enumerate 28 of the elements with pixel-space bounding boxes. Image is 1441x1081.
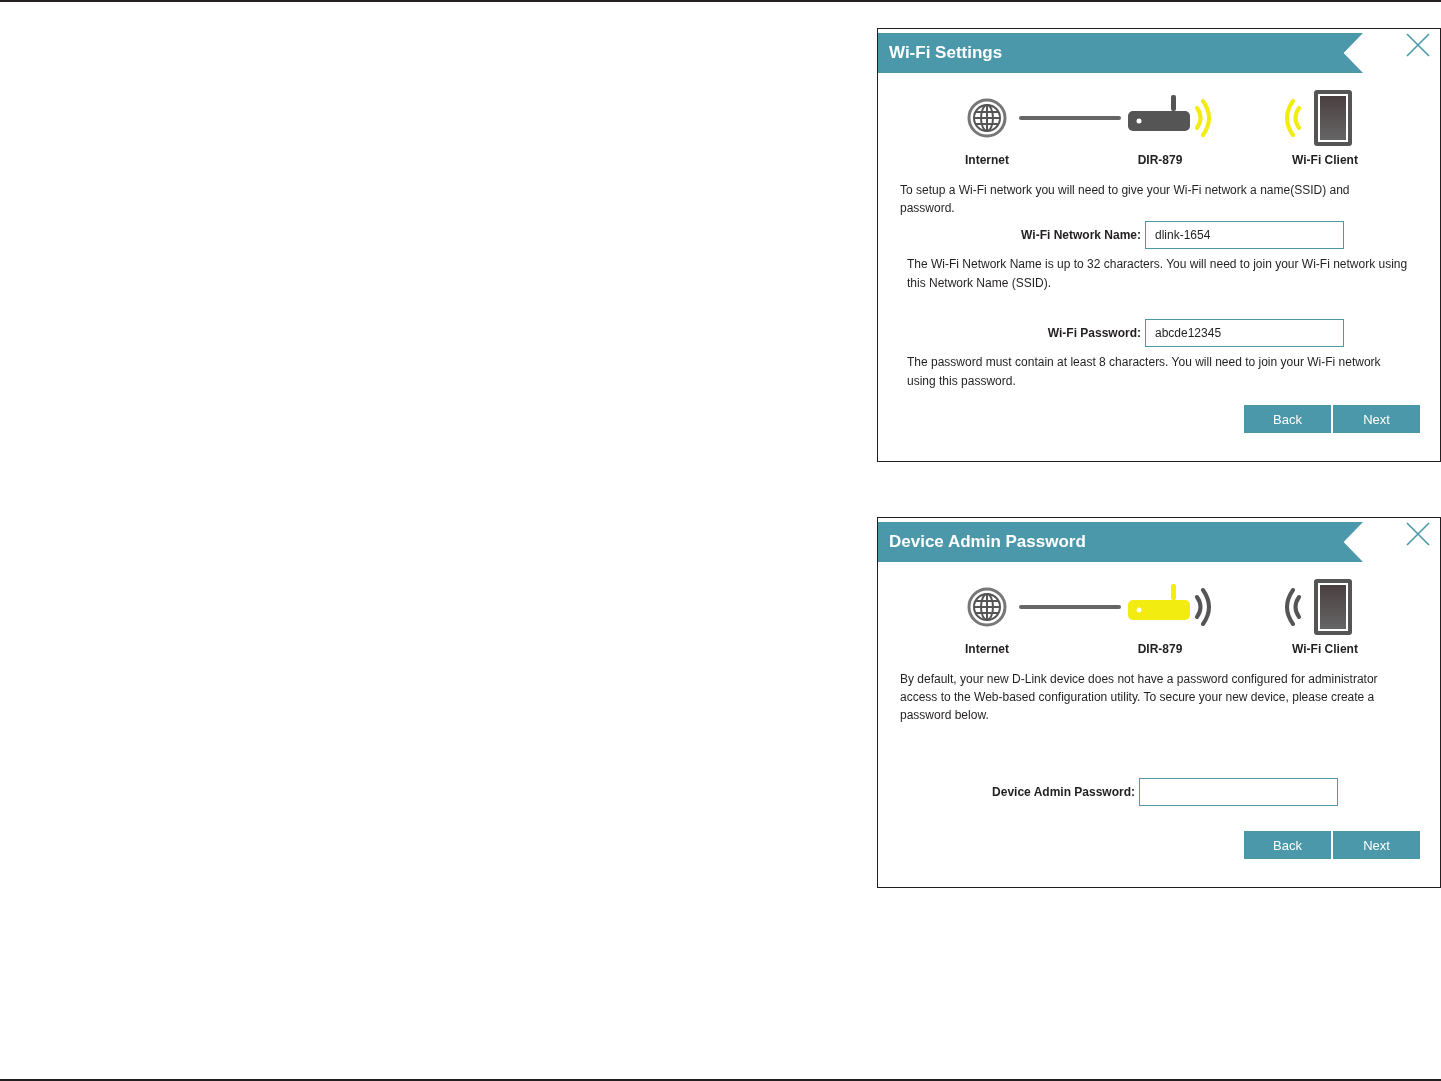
field-label: Wi-Fi Network Name: [1020,228,1142,242]
close-icon[interactable] [1406,33,1430,57]
help-text: The password must contain at least 8 characters. You will need to join your Wi-Fi network using this password. [907,354,1382,390]
tablet-icon [1313,578,1353,636]
input-field[interactable]: abcde12345 [1145,319,1344,347]
diagram-label: DIR-879 [1136,153,1184,169]
intro-text: By default, your new D-Link device does not have a password configured for administrator access to the Web-based configuration utility. To secure your new device, please create a password below. [900,671,1379,724]
wizard-button[interactable]: Next [1333,831,1420,859]
diagram-label: Wi-Fi Client [1291,642,1359,658]
field-label: Device Admin Password: [991,785,1136,799]
input-field[interactable]: dlink-1654 [1145,221,1344,249]
diagram-label: Internet [964,153,1010,169]
wizard-button[interactable]: Back [1244,405,1331,433]
dialog-title: Wi-Fi Settings [878,33,1363,73]
wizard-button[interactable]: Next [1333,405,1420,433]
globe-icon [967,96,1007,140]
close-icon[interactable] [1406,522,1430,546]
field-label: Wi-Fi Password: [1046,326,1142,340]
diagram-label: Wi-Fi Client [1291,153,1359,169]
globe-icon [967,585,1007,629]
input-field[interactable] [1139,778,1338,806]
diagram-label: Internet [964,642,1010,658]
dialog-title: Device Admin Password [878,522,1363,562]
diagram-label: DIR-879 [1136,642,1184,658]
help-text: The Wi-Fi Network Name is up to 32 characters. You will need to join your Wi-Fi network using this Network Name (SSID). [907,256,1409,292]
tablet-icon [1313,89,1353,147]
intro-text: To setup a Wi-Fi network you will need to give your Wi-Fi network a name(SSID) and password. [900,182,1351,217]
wizard-button[interactable]: Back [1244,831,1331,859]
